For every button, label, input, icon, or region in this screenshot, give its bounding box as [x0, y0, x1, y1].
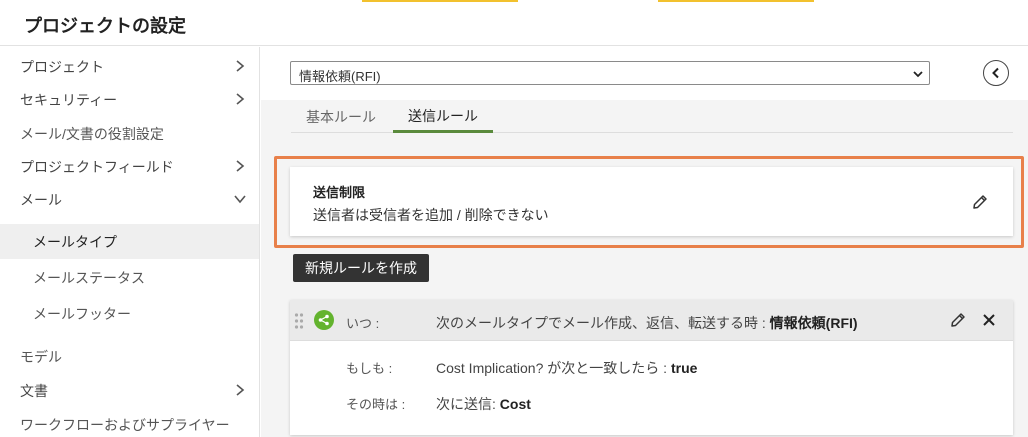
chevron-down-icon	[913, 71, 923, 78]
rule-card: いつ : 次のメールタイプでメール作成、返信、転送する時 : 情報依頼(RFI)…	[290, 300, 1013, 435]
tab-send-rules[interactable]: 送信ルール	[393, 101, 493, 133]
sidebar-item-mail-status[interactable]: メールステータス	[0, 260, 259, 295]
card-description: 送信者は受信者を追加 / 削除できない	[313, 207, 549, 223]
when-condition: 次のメールタイプでメール作成、返信、転送する時 : 情報依頼(RFI)	[436, 313, 858, 333]
rule-tabs: 基本ルール 送信ルール	[291, 101, 1013, 133]
when-text: 次のメールタイプでメール作成、返信、転送する時 :	[436, 315, 766, 331]
create-rule-button[interactable]: 新規ルールを作成	[293, 254, 429, 282]
when-label: いつ :	[346, 316, 380, 331]
if-condition: Cost Implication? が次と一致したら : true	[436, 358, 697, 378]
sidebar-item-label: 文書	[20, 382, 48, 399]
top-bar: プロジェクトの設定	[0, 0, 1028, 46]
then-label: その時は :	[346, 397, 406, 412]
sidebar-item-label: メール	[20, 191, 62, 208]
top-accent-bar	[362, 0, 518, 2]
sidebar-item-label: ワークフローおよびサプライヤー	[20, 416, 230, 433]
drag-handle-icon[interactable]	[294, 312, 304, 330]
close-icon[interactable]	[980, 311, 998, 329]
if-value: true	[670, 360, 698, 376]
sidebar-item-label: プロジェクト	[20, 58, 104, 75]
then-action: 次に送信: Cost	[436, 394, 531, 414]
chevron-right-icon	[236, 93, 245, 105]
sidebar-item-label: モデル	[20, 348, 62, 365]
chevron-down-icon	[234, 195, 246, 204]
sidebar-item-label: メールステータス	[33, 269, 145, 286]
chevron-right-icon	[236, 160, 245, 172]
sidebar-item-security[interactable]: セキュリティー	[0, 83, 259, 116]
sidebar: プロジェクト セキュリティー メール/文書の役割設定 プロジェクトフィールド メ…	[0, 47, 260, 437]
when-value: 情報依頼(RFI)	[769, 315, 858, 331]
sidebar-item-project[interactable]: プロジェクト	[0, 50, 259, 83]
sidebar-item-label: メールフッター	[33, 305, 131, 322]
sidebar-item-label: メール/文書の役割設定	[20, 125, 164, 142]
collapse-panel-button[interactable]	[983, 60, 1009, 86]
sidebar-item-mail[interactable]: メール	[0, 183, 259, 216]
chevron-right-icon	[236, 60, 245, 72]
send-restriction-card: 送信制限 送信者は受信者を追加 / 削除できない	[290, 167, 1013, 236]
pencil-icon[interactable]	[949, 311, 967, 329]
sidebar-item-mail-footer[interactable]: メールフッター	[0, 296, 259, 331]
sidebar-item-label: メールタイプ	[33, 233, 117, 250]
sidebar-item-mail-doc-roles[interactable]: メール/文書の役割設定	[0, 117, 259, 150]
sidebar-item-project-fields[interactable]: プロジェクトフィールド	[0, 150, 259, 183]
sidebar-item-label: プロジェクトフィールド	[20, 158, 174, 175]
sidebar-item-model[interactable]: モデル	[0, 340, 259, 373]
rule-card-header: いつ : 次のメールタイプでメール作成、返信、転送する時 : 情報依頼(RFI)	[290, 300, 1013, 341]
chevron-left-icon	[992, 67, 999, 79]
if-text: Cost Implication? が次と一致したら :	[436, 360, 668, 376]
mail-type-select[interactable]: 情報依頼(RFI)	[290, 61, 930, 85]
then-text: 次に送信:	[436, 396, 496, 412]
then-value: Cost	[499, 396, 531, 412]
page-title: プロジェクトの設定	[24, 16, 186, 36]
main-panel: 情報依頼(RFI) 基本ルール 送信ルール 送信制限 送信者は受信者を追加 / …	[261, 47, 1028, 437]
mail-type-select-value: 情報依頼(RFI)	[299, 69, 381, 84]
share-icon	[314, 310, 334, 330]
tab-basic-rules[interactable]: 基本ルール	[291, 101, 391, 133]
sidebar-item-documents[interactable]: 文書	[0, 374, 259, 407]
top-accent-bar	[658, 0, 814, 2]
if-label: もしも :	[346, 361, 393, 376]
card-title: 送信制限	[313, 185, 366, 200]
sidebar-item-workflow-suppliers[interactable]: ワークフローおよびサプライヤー	[0, 408, 259, 437]
chevron-right-icon	[236, 384, 245, 396]
sidebar-item-label: セキュリティー	[20, 91, 118, 108]
sidebar-item-mail-types[interactable]: メールタイプ	[0, 224, 259, 259]
pencil-icon[interactable]	[971, 193, 989, 211]
